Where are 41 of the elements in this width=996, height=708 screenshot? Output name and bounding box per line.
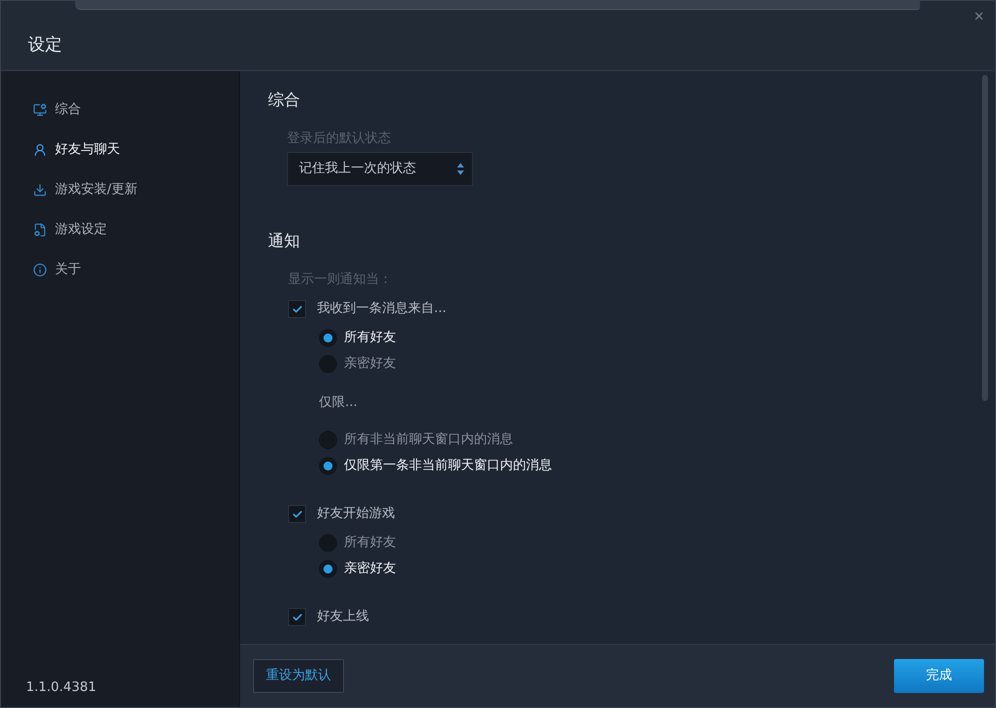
- radio-button[interactable]: [319, 560, 337, 578]
- radio-label: 所有好友: [344, 534, 396, 552]
- radio-button[interactable]: [319, 329, 337, 347]
- checkbox[interactable]: [288, 608, 306, 626]
- checkbox-label: 好友开始游戏: [317, 505, 395, 523]
- check-icon: [292, 304, 302, 314]
- version-text: 1.1.0.4381: [26, 679, 96, 697]
- sidebar-item[interactable]: 游戏设定: [33, 220, 107, 240]
- scrollbar-thumb[interactable]: [982, 75, 988, 401]
- done-button[interactable]: 完成: [894, 659, 984, 693]
- sidebar-item[interactable]: 关于: [33, 260, 81, 280]
- section-heading: 综合: [268, 89, 300, 111]
- group-label: 仅限...: [319, 394, 358, 412]
- check-icon: [292, 508, 302, 520]
- sidebar-item[interactable]: 游戏安装/更新: [33, 180, 138, 200]
- status-select[interactable]: 记住我上一次的状态: [287, 152, 473, 186]
- sidebar-item[interactable]: 好友与聊天: [33, 140, 120, 160]
- check-icon: [292, 612, 302, 622]
- checkbox[interactable]: [288, 505, 306, 523]
- radio-label: 所有非当前聊天窗口内的消息: [344, 431, 513, 449]
- radio-label: 亲密好友: [344, 355, 396, 373]
- info-icon: [33, 263, 47, 277]
- field-label: 登录后的默认状态: [287, 130, 391, 148]
- document-gear-icon: [33, 223, 47, 237]
- radio-label: 所有好友: [344, 329, 396, 347]
- checkbox[interactable]: [288, 300, 306, 318]
- section-heading: 通知: [268, 230, 300, 252]
- window-title: 设定: [28, 35, 62, 55]
- radio-button[interactable]: [319, 457, 337, 475]
- hint-text: 显示一则通知当：: [288, 271, 392, 289]
- monitor-gear-icon: [33, 103, 47, 117]
- sidebar-item[interactable]: 综合: [33, 100, 81, 120]
- reset-button[interactable]: 重设为默认: [253, 659, 344, 693]
- person-icon: [33, 143, 47, 157]
- download-icon: [33, 183, 47, 197]
- close-icon[interactable]: [973, 10, 985, 22]
- updown-arrows-icon: [457, 163, 464, 175]
- checkbox-label: 好友上线: [317, 608, 369, 626]
- checkbox-label: 我收到一条消息来自...: [317, 300, 446, 318]
- radio-label: 仅限第一条非当前聊天窗口内的消息: [344, 457, 552, 475]
- radio-label: 亲密好友: [344, 560, 396, 578]
